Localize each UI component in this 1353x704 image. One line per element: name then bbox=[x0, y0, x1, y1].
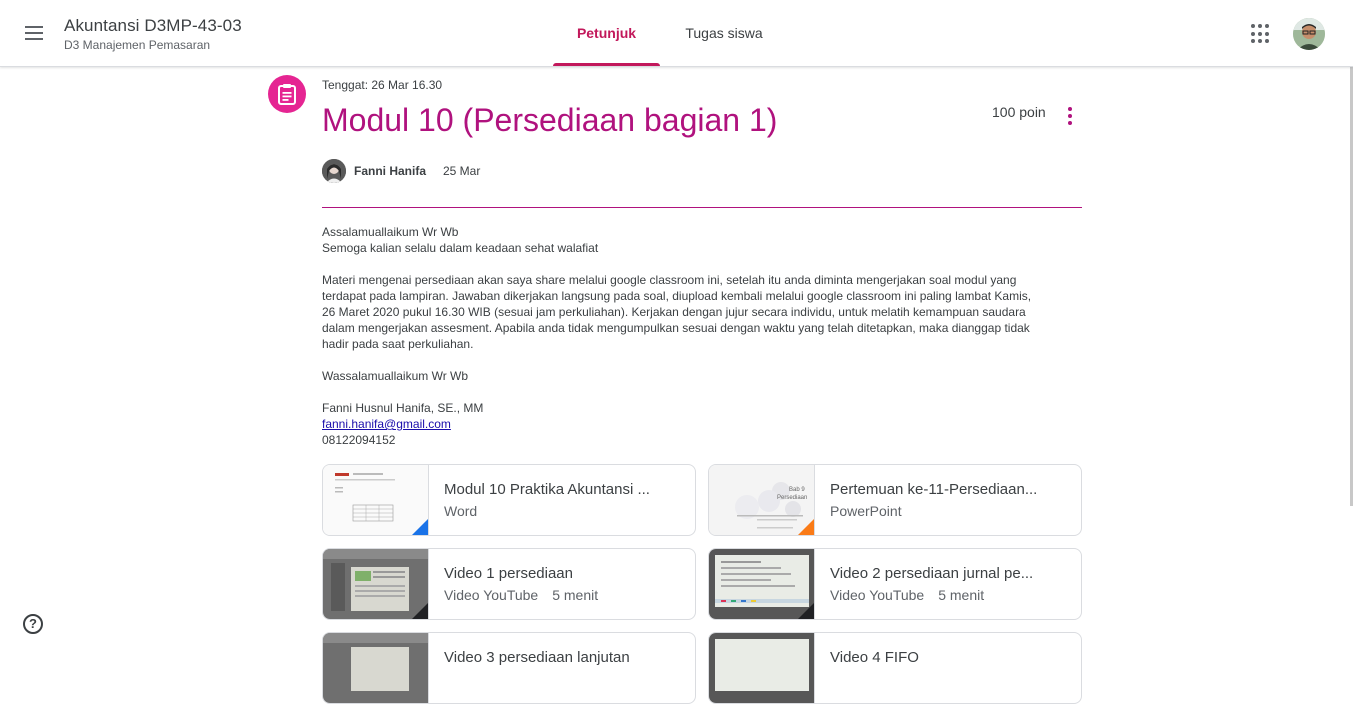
attachment-card-video-4[interactable]: Video 4 FIFO bbox=[708, 632, 1082, 704]
phone-number: 08122094152 bbox=[322, 433, 396, 447]
file-type-corner bbox=[412, 519, 428, 535]
due-date: Tenggat: 26 Mar 16.30 bbox=[322, 78, 443, 92]
description-line: Materi mengenai persediaan akan saya sha… bbox=[322, 273, 1017, 287]
attachment-type: Video YouTube 5 menit bbox=[444, 587, 599, 603]
assignment-title: Modul 10 (Persediaan bagian 1) bbox=[322, 102, 778, 138]
tab-instructions[interactable]: Petunjuk bbox=[553, 0, 660, 66]
youtube-video-icon bbox=[709, 549, 815, 619]
main-menu-icon[interactable] bbox=[22, 22, 50, 46]
assignment-description: Assalamuallaikum Wr Wb Semoga kalian sel… bbox=[322, 224, 1082, 448]
attachment-card-powerpoint[interactable]: Bab 9 Persediaan Pertemuan ke-11-Persedi… bbox=[708, 464, 1082, 536]
attachment-title: Video 1 persediaan bbox=[444, 565, 573, 582]
google-apps-icon[interactable] bbox=[1251, 24, 1271, 44]
author-name: Fanni Hanifa bbox=[354, 164, 427, 178]
file-type-corner bbox=[798, 519, 814, 535]
description-line: hadir pada saat perkuliahan. bbox=[322, 337, 474, 351]
video-duration: 5 menit bbox=[938, 587, 985, 603]
attachment-type: Video YouTube 5 menit bbox=[830, 587, 985, 603]
assignment-points: 100 poin bbox=[992, 104, 1046, 120]
attachment-card-video-3[interactable]: Video 3 persediaan lanjutan bbox=[322, 632, 696, 704]
attachment-type: Word bbox=[444, 503, 478, 519]
class-section: D3 Manajemen Pemasaran bbox=[64, 38, 211, 52]
powerpoint-file-icon: Bab 9 Persediaan bbox=[709, 465, 815, 535]
greeting-line: Assalamuallaikum Wr Wb bbox=[322, 225, 459, 239]
attachment-title: Video 3 persediaan lanjutan bbox=[444, 649, 630, 666]
video-duration: 5 menit bbox=[552, 587, 599, 603]
attachment-title: Pertemuan ke-11-Persediaan... bbox=[830, 481, 1038, 498]
attachment-title: Video 2 persediaan jurnal pe... bbox=[830, 565, 1034, 582]
youtube-video-icon bbox=[323, 549, 429, 619]
tab-student-work[interactable]: Tugas siswa bbox=[672, 0, 776, 66]
file-type-corner bbox=[798, 603, 814, 619]
slide-thumbnail-text: Bab 9 bbox=[789, 487, 805, 493]
attachment-title: Video 4 FIFO bbox=[830, 649, 919, 666]
youtube-video-icon bbox=[323, 633, 429, 703]
slide-thumbnail-text: Persediaan bbox=[777, 495, 807, 501]
post-date: 25 Mar bbox=[443, 164, 481, 178]
closing-line: Wassalamuallaikum Wr Wb bbox=[322, 369, 469, 383]
more-options-icon[interactable] bbox=[1060, 104, 1080, 130]
class-title[interactable]: Akuntansi D3MP-43-03 bbox=[64, 16, 242, 36]
title-divider bbox=[322, 207, 1082, 208]
file-type-corner bbox=[412, 603, 428, 619]
attachment-title: Modul 10 Praktika Akuntansi ... bbox=[444, 481, 650, 498]
attachment-type: PowerPoint bbox=[830, 503, 902, 519]
attachment-card-video-1[interactable]: Video 1 persediaan Video YouTube 5 menit bbox=[322, 548, 696, 620]
word-file-icon bbox=[323, 465, 429, 535]
description-line: terdapat pada lampiran. Jawaban dikerjak… bbox=[322, 289, 1032, 303]
attachment-card-word[interactable]: Modul 10 Praktika Akuntansi ... Word bbox=[322, 464, 696, 536]
description-line: dalam mengerjakan assesment. Apabila and… bbox=[322, 321, 1030, 335]
help-icon[interactable]: ? bbox=[23, 614, 43, 634]
attachment-card-video-2[interactable]: Video 2 persediaan jurnal pe... Video Yo… bbox=[708, 548, 1082, 620]
email-link[interactable]: fanni.hanifa@gmail.com bbox=[322, 417, 451, 431]
assignment-icon bbox=[268, 75, 306, 113]
signature-name: Fanni Husnul Hanifa, SE., MM bbox=[322, 401, 484, 415]
youtube-video-icon bbox=[709, 633, 815, 703]
description-line: 26 Maret 2020 pukul 16.30 WIB (sesuai ja… bbox=[322, 305, 1026, 319]
greeting-line: Semoga kalian selalu dalam keadaan sehat… bbox=[322, 241, 599, 255]
account-avatar[interactable] bbox=[1293, 18, 1325, 50]
author-avatar bbox=[322, 159, 346, 183]
top-app-bar: Akuntansi D3MP-43-03 D3 Manajemen Pemasa… bbox=[0, 0, 1353, 67]
